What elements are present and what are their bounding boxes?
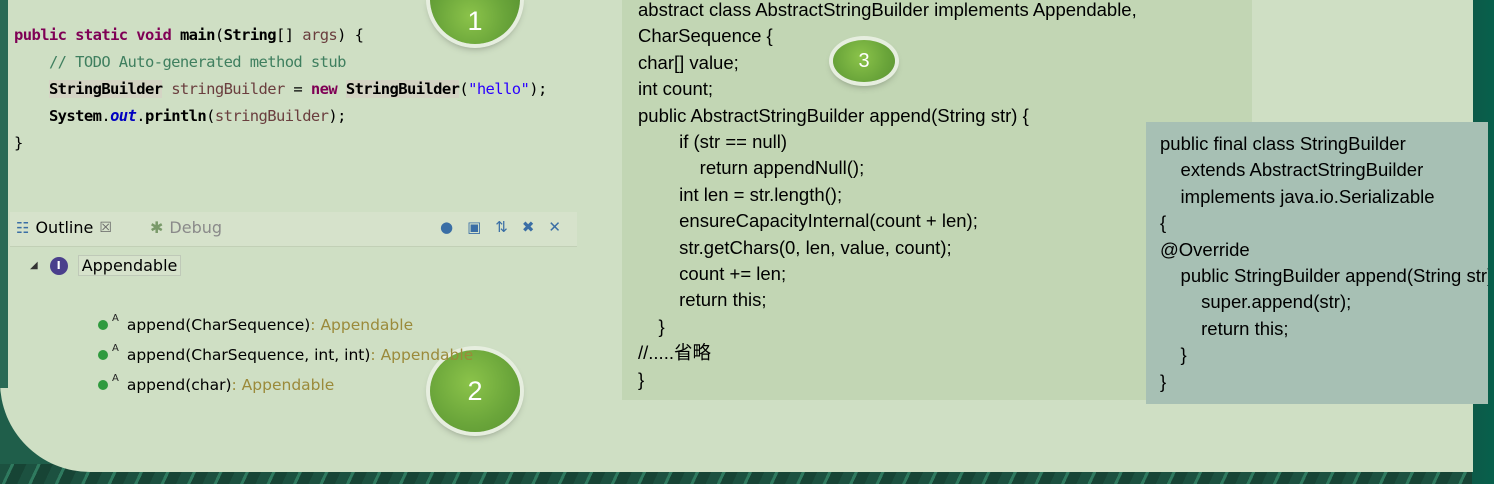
expand-arrow-icon[interactable]: ◢ <box>30 260 38 271</box>
view-tab-bar: ☷ Outline ☒ ✱ Debug ● ▣ ⇅ ✖ ✕ <box>10 212 577 247</box>
frame-left-edge <box>0 0 8 388</box>
hide-static-icon[interactable]: ✖ <box>522 218 535 236</box>
interface-label: Appendable <box>77 255 182 276</box>
code-line-4: System.out.println(stringBuilder); <box>48 107 347 125</box>
code-line-5: } <box>14 134 23 152</box>
outline-toolbar: ● ▣ ⇅ ✖ ✕ <box>440 218 561 236</box>
interface-icon: I <box>49 256 68 275</box>
code-line-1: public static void main(String[] args) { <box>14 26 364 44</box>
method-return-type: : Appendable <box>231 376 335 394</box>
tree-node-method[interactable]: A append(char) : Appendable <box>98 372 335 394</box>
abstract-marker: A <box>112 372 119 384</box>
tab-debug-label: Debug <box>169 218 223 237</box>
tab-outline[interactable]: ☷ Outline ☒ <box>16 218 112 237</box>
tree-node-method[interactable]: A append(CharSequence) : Appendable <box>98 312 414 334</box>
slide-content: public static void main(String[] args) {… <box>0 0 1488 472</box>
debug-icon: ✱ <box>150 218 164 237</box>
sort-az-icon[interactable]: ⇅ <box>495 218 508 236</box>
tab-outline-label: Outline <box>35 218 94 237</box>
method-return-type: : Appendable <box>310 316 414 334</box>
abstract-marker: A <box>112 312 119 324</box>
public-method-icon <box>98 380 108 390</box>
method-signature: append(char) <box>126 376 232 394</box>
method-return-type: : Appendable <box>370 346 474 364</box>
method-signature: append(CharSequence) <box>126 316 311 334</box>
public-method-icon <box>98 320 108 330</box>
hide-fields-icon[interactable]: ● <box>440 218 453 236</box>
tree-node-method[interactable]: A append(CharSequence, int, int) : Appen… <box>98 342 474 364</box>
outline-icon: ☷ <box>16 218 30 237</box>
close-tab-icon[interactable]: ☒ <box>99 220 112 236</box>
step-badge-3: 3 <box>833 40 895 82</box>
hide-nonpublic-icon[interactable]: ✕ <box>548 218 561 236</box>
stringbuilder-code: public final class StringBuilder extends… <box>1160 133 1488 392</box>
collapse-all-icon[interactable]: ▣ <box>467 218 481 236</box>
stringbuilder-code-box: public final class StringBuilder extends… <box>1146 122 1488 404</box>
abstract-marker: A <box>112 342 119 354</box>
outline-view: ☷ Outline ☒ ✱ Debug ● ▣ ⇅ ✖ ✕ ◢ I Append… <box>10 212 577 394</box>
public-method-icon <box>98 350 108 360</box>
code-line-2: // TODO Auto-generated method stub <box>48 53 346 71</box>
tree-node-appendable[interactable]: ◢ I Appendable <box>30 255 182 276</box>
method-signature: append(CharSequence, int, int) <box>126 346 371 364</box>
tab-debug[interactable]: ✱ Debug <box>150 218 222 237</box>
code-line-3: StringBuilder stringBuilder = new String… <box>48 80 547 98</box>
